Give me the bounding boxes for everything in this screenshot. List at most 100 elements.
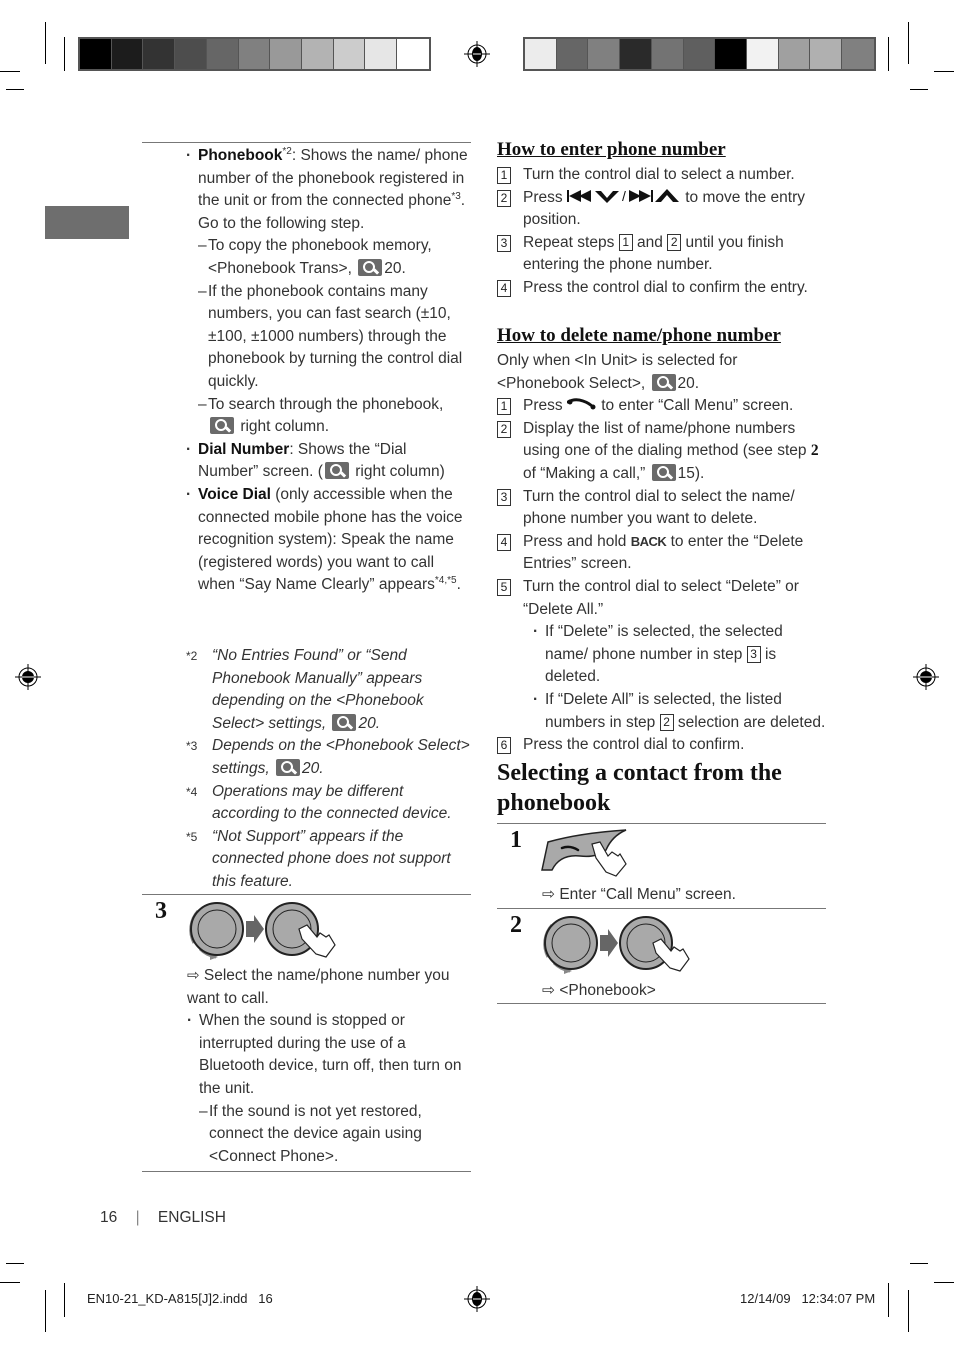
step-item: 3 Repeat steps 1 and 2 until you finish … (497, 232, 827, 277)
control-dial-turn-press-icon (189, 902, 336, 960)
page-reference-icon (210, 417, 234, 435)
page-reference-icon (651, 373, 676, 391)
phone-handset-icon (566, 398, 596, 410)
color-swatch (810, 39, 843, 69)
crop-mark (888, 1283, 889, 1317)
menu-options-list: Phonebook*2: Shows the name/ phone numbe… (186, 145, 471, 597)
note: If “Delete” is selected, the selected na… (533, 621, 827, 689)
step-result: ⇨ <Phonebook> (542, 982, 656, 999)
language-label: ENGLISH (157, 1209, 226, 1226)
crop-mark (908, 22, 909, 64)
step-number: 2 (510, 912, 522, 938)
color-swatch (588, 39, 621, 69)
phone-button-press-icon (541, 829, 627, 877)
result-arrow-icon: ⇨ (187, 967, 200, 984)
page-reference-icon (332, 713, 357, 731)
color-swatch (556, 39, 589, 69)
color-swatch (111, 39, 144, 69)
color-swatch (206, 39, 239, 69)
color-swatch (747, 39, 779, 69)
registration-mark-icon (15, 664, 41, 690)
step-number: 3 (155, 898, 167, 924)
color-swatch (651, 39, 684, 69)
delete-phone-number-section: How to delete name/phone number Only whe… (497, 324, 827, 757)
result-arrow-icon: ⇨ (542, 886, 555, 903)
sub-note: If the sound is not yet restored, connec… (199, 1101, 472, 1169)
section-tab-marker (45, 206, 129, 239)
divider (497, 1003, 826, 1004)
divider (497, 823, 826, 824)
footnote: *4 Operations may be different according … (186, 782, 452, 823)
sub-item: To copy the phonebook memory, <Phonebook… (198, 235, 471, 280)
crop-mark (64, 1283, 65, 1317)
color-swatch (333, 39, 366, 69)
step-item: 5 Turn the control dial to select “Delet… (497, 576, 827, 734)
step-item: 4 Press and hold BACK to enter the “Dele… (497, 531, 827, 576)
sub-item: To search through the phonebook, right c… (198, 394, 471, 439)
step-item: 1 Turn the control dial to select a numbe… (497, 164, 827, 187)
option-phonebook: Phonebook*2: Shows the name/ phone numbe… (186, 145, 471, 439)
footnotes: *2 “No Entries Found” or “Send Phonebook … (186, 645, 471, 894)
crop-mark (0, 1282, 20, 1283)
color-swatch (270, 39, 303, 69)
color-swatch (525, 39, 557, 69)
control-dial-turn-press-icon (543, 916, 690, 974)
step-item: 1 Press to enter “Call Menu” screen. (497, 395, 827, 418)
divider (142, 1171, 471, 1172)
intro: Only when <In Unit> is selected for <Pho… (497, 352, 738, 392)
crop-mark (934, 1282, 954, 1283)
registration-mark-icon (913, 664, 939, 690)
prev-down-next-up-buttons-icon: / (566, 188, 679, 204)
option-term: Phonebook (198, 147, 283, 164)
crop-mark (910, 89, 928, 90)
color-swatch (397, 39, 429, 69)
crop-mark (45, 22, 46, 64)
note: If “Delete All” is selected, the listed … (533, 689, 827, 734)
divider (497, 908, 826, 909)
print-timestamp: 12/14/09 12:34:07 PM (740, 1291, 876, 1306)
page-reference-icon (358, 258, 383, 276)
page-reference-icon (324, 462, 349, 480)
page-number: 16 (100, 1209, 118, 1226)
crop-mark (6, 89, 24, 90)
section-heading: How to enter phone number (497, 139, 726, 160)
back-button-label: BACK (630, 533, 667, 549)
color-calibration-bar-left (78, 37, 431, 71)
crop-mark (908, 1290, 909, 1332)
step-item: 3 Turn the control dial to select the nam… (497, 486, 827, 531)
step-item: 2 Display the list of name/phone numbers… (497, 418, 827, 486)
registration-mark-icon (464, 41, 490, 67)
registration-mark-icon (464, 1286, 490, 1312)
color-swatch (365, 39, 398, 69)
crop-mark (934, 71, 954, 72)
note: When the sound is stopped or interrupted… (187, 1010, 472, 1168)
section-title: Selecting a contact from the phonebook (497, 760, 782, 816)
result-arrow-icon: ⇨ (542, 982, 555, 999)
crop-mark (64, 37, 65, 71)
step-item: 6 Press the control dial to confirm. (497, 734, 827, 757)
crop-mark (888, 37, 889, 71)
divider (142, 894, 471, 895)
color-swatch (842, 39, 874, 69)
footnote: *3 Depends on the <Phonebook Select> sett… (186, 737, 470, 777)
footnote: *2 “No Entries Found” or “Send Phonebook … (186, 647, 424, 732)
step-number: 1 (510, 827, 522, 853)
crop-mark (910, 1263, 928, 1264)
crop-mark (45, 1290, 46, 1332)
step3-text: ⇨ Select the name/phone number you want … (187, 965, 472, 1168)
color-swatch (80, 39, 112, 69)
step-item: 4 Press the control dial to confirm the e… (497, 277, 827, 300)
color-calibration-bar-right (523, 37, 876, 71)
color-swatch (175, 39, 207, 69)
crop-mark (0, 71, 20, 72)
color-swatch (778, 39, 811, 69)
color-swatch (683, 39, 716, 69)
enter-phone-number-section: How to enter phone number 1 Turn the cont… (497, 138, 827, 300)
option-voice-dial: Voice Dial (only accessible when the con… (186, 484, 471, 597)
page-reference-icon (651, 463, 676, 481)
divider (142, 142, 471, 143)
page-footer: 16 | ENGLISH (100, 1209, 226, 1226)
color-swatch (143, 39, 176, 69)
file-name: EN10-21_KD-A815[J]2.indd 16 (87, 1291, 273, 1306)
crop-mark (6, 1263, 24, 1264)
